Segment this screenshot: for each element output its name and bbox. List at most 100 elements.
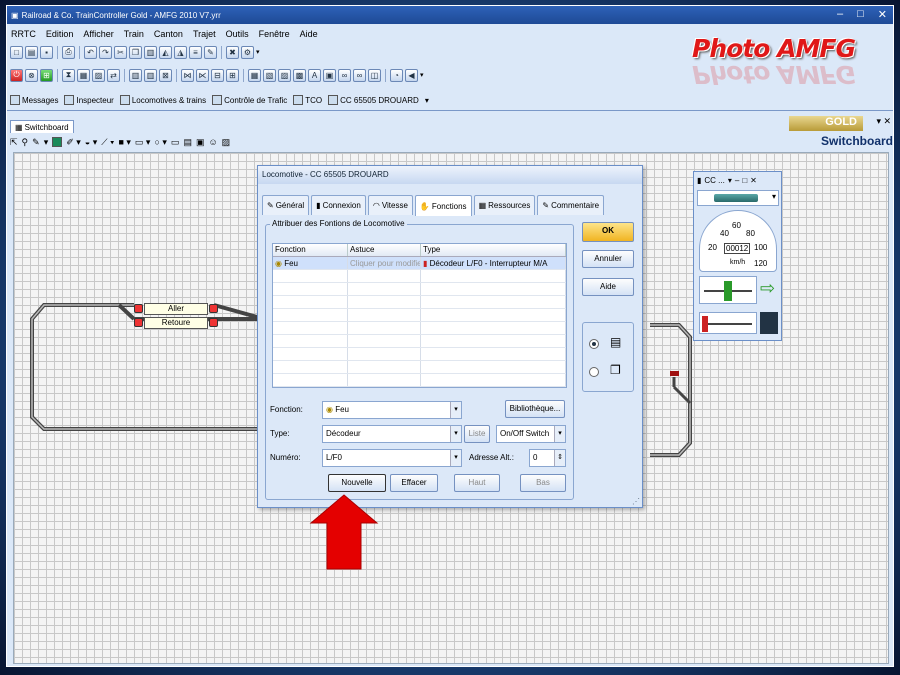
fill-icon[interactable]: ◒ ▾ — [85, 137, 97, 148]
tools-icon[interactable]: ✖ — [226, 45, 239, 59]
menu-trajet[interactable]: Trajet — [193, 29, 216, 39]
signal-retoure-left[interactable] — [134, 318, 143, 327]
traffic-window-button[interactable]: Contrôle de Trafic — [212, 95, 287, 105]
table-row[interactable] — [273, 335, 566, 348]
menu-fenetre[interactable]: Fenêtre — [259, 29, 290, 39]
turnout2-icon[interactable]: ⋉ — [196, 68, 209, 82]
print-icon[interactable]: ⎙ — [62, 45, 75, 59]
tab-connexion[interactable]: ▮ Connexion — [311, 195, 366, 215]
ok-button[interactable]: OK — [582, 222, 634, 242]
turnout3-icon[interactable]: ⊟ — [211, 68, 224, 82]
panel-view-radio[interactable] — [589, 367, 599, 377]
undo-icon[interactable]: ↶ — [84, 45, 97, 59]
block-icon[interactable]: ▥ — [129, 68, 142, 82]
haut-button[interactable]: Haut — [454, 474, 500, 492]
table-row[interactable] — [273, 270, 566, 283]
cab-menu-icon[interactable]: ▾ — [728, 176, 732, 185]
col-type[interactable]: Type — [421, 244, 566, 256]
bas-button[interactable]: Bas — [520, 474, 566, 492]
messages-window-button[interactable]: Messages — [10, 95, 58, 105]
layers-icon[interactable]: ◫ — [368, 68, 381, 82]
route-icon[interactable]: ⇄ — [107, 68, 120, 82]
menu-train[interactable]: Train — [124, 29, 144, 39]
liste-button[interactable]: Liste — [464, 425, 490, 443]
menu-aide[interactable]: Aide — [300, 29, 318, 39]
menu-afficher[interactable]: Afficher — [83, 29, 113, 39]
table-row[interactable] — [273, 309, 566, 322]
smiley-icon[interactable]: ☺ — [208, 137, 217, 147]
paste-icon[interactable]: ▥ — [144, 45, 157, 59]
brake-slider[interactable] — [699, 312, 757, 334]
tab-controls[interactable]: ▾ ✕ — [876, 116, 891, 127]
nouvelle-button[interactable]: Nouvelle — [328, 474, 386, 492]
table-row[interactable] — [273, 296, 566, 309]
text-icon[interactable]: A — [308, 68, 321, 82]
switch-icon[interactable]: ▦ — [77, 68, 90, 82]
link2-icon[interactable]: ∞ — [353, 68, 366, 82]
cab-minimize-button[interactable]: – — [735, 176, 739, 185]
cab-close-button[interactable]: ✕ — [750, 176, 757, 185]
type-select[interactable]: Décodeur ▾ — [322, 425, 462, 443]
tab-fonctions[interactable]: ✋ Fonctions — [414, 195, 472, 216]
table-row[interactable] — [273, 374, 566, 387]
pointer-icon[interactable]: ⇱ — [10, 137, 18, 148]
brake-handle[interactable] — [702, 316, 708, 332]
line-icon[interactable]: ⟋ ▾ — [101, 137, 114, 148]
hourglass-icon[interactable]: ⧗ — [62, 68, 75, 82]
align-left-icon[interactable]: ◭ — [159, 45, 172, 59]
block-aller[interactable]: Aller — [144, 303, 208, 315]
tab-vitesse[interactable]: ◠ Vitesse — [367, 195, 413, 215]
mode-select[interactable]: On/Off Switch ▾ — [496, 425, 566, 443]
color-swatch-icon[interactable] — [52, 137, 63, 147]
copy-icon[interactable]: ❐ — [129, 45, 142, 59]
brush-icon[interactable]: ▾ — [44, 137, 49, 148]
table-row[interactable] — [273, 322, 566, 335]
menu-outils[interactable]: Outils — [226, 29, 249, 39]
circle-icon[interactable]: ○ ▾ — [154, 137, 166, 148]
grid2-icon[interactable]: ▧ — [263, 68, 276, 82]
grid3-icon[interactable]: ▨ — [278, 68, 291, 82]
effacer-button[interactable]: Effacer — [390, 474, 438, 492]
toolbar-overflow-icon[interactable]: ▾ — [256, 48, 260, 56]
table-row[interactable] — [273, 348, 566, 361]
col-fonction[interactable]: Fonction — [273, 244, 348, 256]
settings-icon[interactable]: ⚙ — [241, 45, 254, 59]
cut-icon[interactable]: ✂ — [114, 45, 127, 59]
stop-icon[interactable]: ⏻ — [10, 68, 23, 82]
tab-ressources[interactable]: ▦ Ressources — [473, 195, 536, 215]
list-view-radio[interactable] — [589, 339, 599, 349]
text-tool-icon[interactable]: ▤ — [183, 137, 192, 148]
grid4-icon[interactable]: ▩ — [293, 68, 306, 82]
pencil-icon[interactable]: ✎ — [32, 137, 40, 148]
table-row[interactable]: ◉ Feu Cliquer pour modifier ▮ Décodeur L… — [273, 257, 566, 270]
inspector-window-button[interactable]: Inspecteur — [64, 95, 114, 105]
save-icon[interactable]: ▪ — [40, 45, 53, 59]
annuler-button[interactable]: Annuler — [582, 250, 634, 268]
loco-image-select[interactable]: ▾ — [697, 190, 779, 206]
sound-icon[interactable]: ◀ — [405, 68, 418, 82]
block3-icon[interactable]: ⊠ — [159, 68, 172, 82]
direction-arrow-icon[interactable]: ⇨ — [760, 278, 775, 299]
align-right-icon[interactable]: ◮ — [174, 45, 187, 59]
signal-icon[interactable]: ▨ — [92, 68, 105, 82]
block-tool-icon[interactable]: ▭ — [171, 137, 180, 148]
zoom-icon[interactable]: ⚲ — [22, 137, 29, 148]
menu-edition[interactable]: Edition — [46, 29, 74, 39]
link-icon[interactable]: ∞ — [338, 68, 351, 82]
loco-window-button[interactable]: CC 65505 DROUARD — [328, 95, 419, 105]
chevron-down-icon[interactable]: ▾ — [450, 402, 461, 418]
redo-icon[interactable]: ↷ — [99, 45, 112, 59]
picture-icon[interactable]: ▨ — [222, 137, 231, 148]
resize-grip-icon[interactable]: ⋰ — [632, 497, 640, 506]
spinner-icon[interactable]: ⇕ — [554, 450, 565, 466]
toolbar3-overflow-icon[interactable]: ▾ — [425, 96, 429, 105]
bibliotheque-button[interactable]: Bibliothèque... — [505, 400, 565, 418]
numero-select[interactable]: L/F0 ▾ — [322, 449, 462, 467]
cab-maximize-button[interactable]: □ — [742, 176, 747, 185]
adresse-stepper[interactable]: 0 ⇕ — [529, 449, 566, 467]
functions-table[interactable]: Fonction Astuce Type ◉ Feu Cliquer pour … — [272, 243, 567, 388]
open-folder-icon[interactable]: ▤ — [25, 45, 38, 59]
maximize-button[interactable]: □ — [857, 8, 864, 21]
col-astuce[interactable]: Astuce — [348, 244, 421, 256]
edit-icon[interactable]: ✎ — [204, 45, 217, 59]
